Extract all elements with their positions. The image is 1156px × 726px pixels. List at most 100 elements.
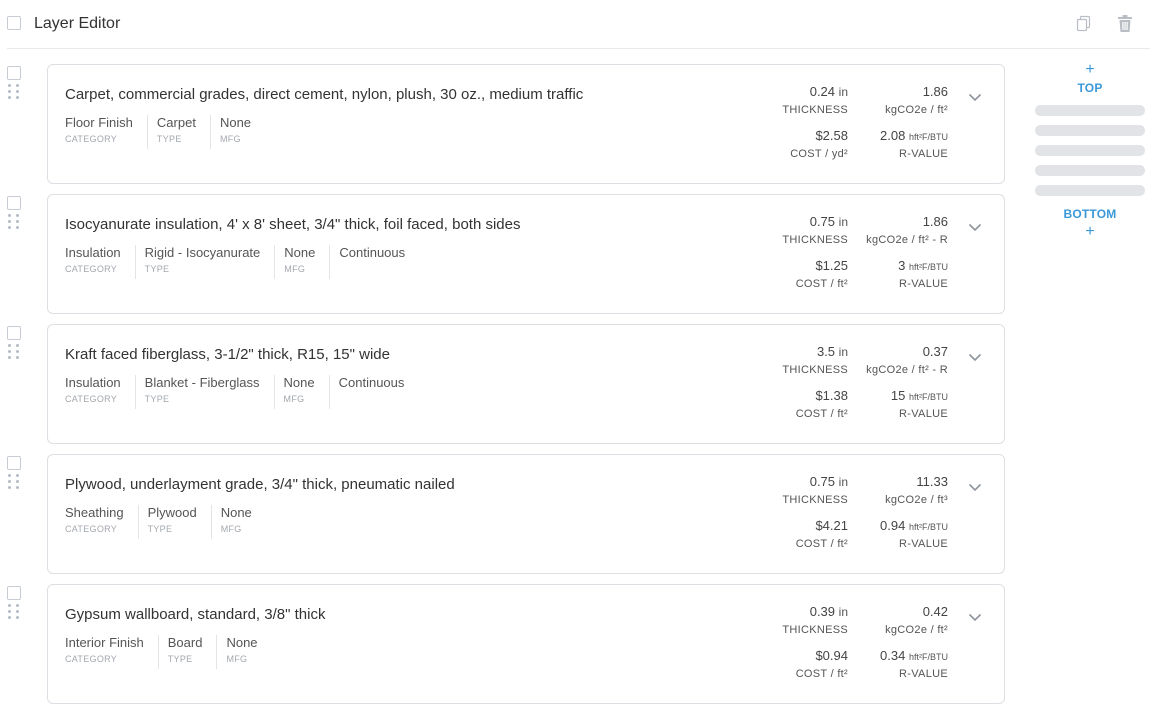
chevron-down-icon[interactable]	[968, 613, 982, 622]
meta-label: MFG	[220, 524, 242, 534]
gwp-value: 0.37	[922, 344, 948, 359]
drag-handle-icon[interactable]	[8, 84, 20, 100]
meta-label: CATEGORY	[65, 524, 118, 534]
editor-header: Layer Editor	[0, 0, 1150, 48]
add-top-button[interactable]: TOP	[1034, 81, 1146, 95]
cost-label: COST / ft²	[795, 408, 848, 420]
layer-name: Gypsum wallboard, standard, 3/8" thick	[65, 606, 326, 623]
thickness-value: 0.75 in	[809, 474, 848, 489]
meta-label: TYPE	[144, 264, 170, 274]
r-value-unit: hft²F/BTU	[908, 652, 948, 662]
layer-preview-bar	[1035, 145, 1145, 156]
layer-card[interactable]: Kraft faced fiberglass, 3-1/2" thick, R1…	[47, 324, 1005, 444]
layer-meta-field: Board TYPE	[157, 635, 217, 669]
gwp-value: 11.33	[916, 474, 948, 489]
meta-value: Insulation	[65, 245, 121, 260]
layer-select-checkbox[interactable]	[7, 66, 21, 80]
r-value-unit: hft²F/BTU	[908, 392, 948, 402]
layer-card[interactable]: Carpet, commercial grades, direct cement…	[47, 64, 1005, 184]
layer-meta-field: Blanket - Fiberglass TYPE	[134, 375, 274, 409]
meta-value: Rigid - Isocyanurate	[144, 245, 261, 260]
thickness-unit: in	[838, 605, 848, 619]
layer-preview-bar	[1035, 165, 1145, 176]
chevron-down-icon[interactable]	[968, 483, 982, 492]
thickness-unit: in	[838, 345, 848, 359]
select-all-checkbox[interactable]	[7, 16, 21, 30]
meta-label: CATEGORY	[65, 654, 118, 664]
cost-label: COST / yd²	[790, 148, 848, 160]
layer-meta-field: None MFG	[273, 375, 329, 409]
layer-name: Isocyanurate insulation, 4' x 8' sheet, …	[65, 216, 521, 233]
r-value-unit: hft²F/BTU	[908, 132, 948, 142]
header-divider	[7, 48, 1150, 49]
meta-value: Floor Finish	[65, 115, 133, 130]
thickness-label: THICKNESS	[782, 364, 848, 376]
layer-meta: Interior Finish CATEGORY Board TYPE None MFG	[65, 635, 272, 669]
drag-handle-icon[interactable]	[8, 214, 20, 230]
cost-value: $1.38	[815, 388, 848, 403]
meta-value: Interior Finish	[65, 635, 144, 650]
chevron-down-icon[interactable]	[968, 93, 982, 102]
drag-handle-icon[interactable]	[8, 604, 20, 620]
meta-label: MFG	[226, 654, 248, 664]
meta-label	[339, 262, 405, 276]
layer-card[interactable]: Plywood, underlayment grade, 3/4" thick,…	[47, 454, 1005, 574]
layer-preview-bar	[1035, 185, 1145, 196]
layer-select-checkbox[interactable]	[7, 456, 21, 470]
thickness-label: THICKNESS	[782, 104, 848, 116]
layer-meta: Floor Finish CATEGORY Carpet TYPE None MFG	[65, 115, 265, 149]
meta-value: Blanket - Fiberglass	[144, 375, 260, 390]
gwp-label: kgCO2e / ft²	[885, 104, 948, 116]
r-value: 0.94 hft²F/BTU	[880, 518, 948, 533]
add-bottom-plus[interactable]: +	[1034, 224, 1146, 240]
layer-meta-field: Plywood TYPE	[137, 505, 211, 539]
meta-value: None	[226, 635, 258, 650]
r-value-label: R-VALUE	[899, 408, 948, 420]
cost-value: $2.58	[815, 128, 848, 143]
r-value: 2.08 hft²F/BTU	[880, 128, 948, 143]
chevron-down-icon[interactable]	[968, 353, 982, 362]
meta-value: Sheathing	[65, 505, 124, 520]
layer-name: Carpet, commercial grades, direct cement…	[65, 86, 584, 103]
thickness-unit: in	[838, 215, 848, 229]
cost-label: COST / ft²	[795, 538, 848, 550]
gwp-label: kgCO2e / ft² - R	[866, 234, 948, 246]
r-value: 0.34 hft²F/BTU	[880, 648, 948, 663]
gwp-value: 1.86	[922, 214, 948, 229]
cost-value: $0.94	[815, 648, 848, 663]
add-bottom-button[interactable]: BOTTOM	[1034, 207, 1146, 221]
thickness-unit: in	[838, 85, 848, 99]
trash-icon[interactable]	[1116, 14, 1134, 34]
layer-select-checkbox[interactable]	[7, 586, 21, 600]
thickness-label: THICKNESS	[782, 624, 848, 636]
layer-meta-field: Rigid - Isocyanurate TYPE	[134, 245, 275, 279]
r-value: 3 hft²F/BTU	[898, 258, 948, 273]
add-top-plus[interactable]: +	[1034, 62, 1146, 78]
layer-meta-field: Floor Finish CATEGORY	[65, 115, 147, 149]
copy-icon[interactable]	[1076, 15, 1092, 33]
thickness-label: THICKNESS	[782, 234, 848, 246]
layer-select-checkbox[interactable]	[7, 196, 21, 210]
layer-preview-bar	[1035, 105, 1145, 116]
r-value-unit: hft²F/BTU	[908, 262, 948, 272]
gwp-label: kgCO2e / ft²	[885, 624, 948, 636]
layer-select-checkbox[interactable]	[7, 326, 21, 340]
layer-card[interactable]: Isocyanurate insulation, 4' x 8' sheet, …	[47, 194, 1005, 314]
r-value: 15 hft²F/BTU	[890, 388, 948, 403]
meta-value: None	[284, 245, 316, 260]
layer-meta: Sheathing CATEGORY Plywood TYPE None MFG	[65, 505, 266, 539]
drag-handle-icon[interactable]	[8, 474, 20, 490]
thickness-unit: in	[838, 475, 848, 489]
chevron-down-icon[interactable]	[968, 223, 982, 232]
layer-name: Plywood, underlayment grade, 3/4" thick,…	[65, 476, 455, 493]
layer-meta: Insulation CATEGORY Rigid - Isocyanurate TY…	[65, 245, 419, 279]
gwp-label: kgCO2e / ft² - R	[866, 364, 948, 376]
page-title: Layer Editor	[34, 15, 121, 32]
layer-card[interactable]: Gypsum wallboard, standard, 3/8" thick In…	[47, 584, 1005, 704]
meta-value: Continuous	[338, 375, 405, 390]
layer-meta-field: Insulation CATEGORY	[65, 375, 135, 409]
drag-handle-icon[interactable]	[8, 344, 20, 360]
meta-value: Plywood	[147, 505, 197, 520]
layer-meta-field: Sheathing CATEGORY	[65, 505, 138, 539]
meta-label: TYPE	[144, 394, 170, 404]
